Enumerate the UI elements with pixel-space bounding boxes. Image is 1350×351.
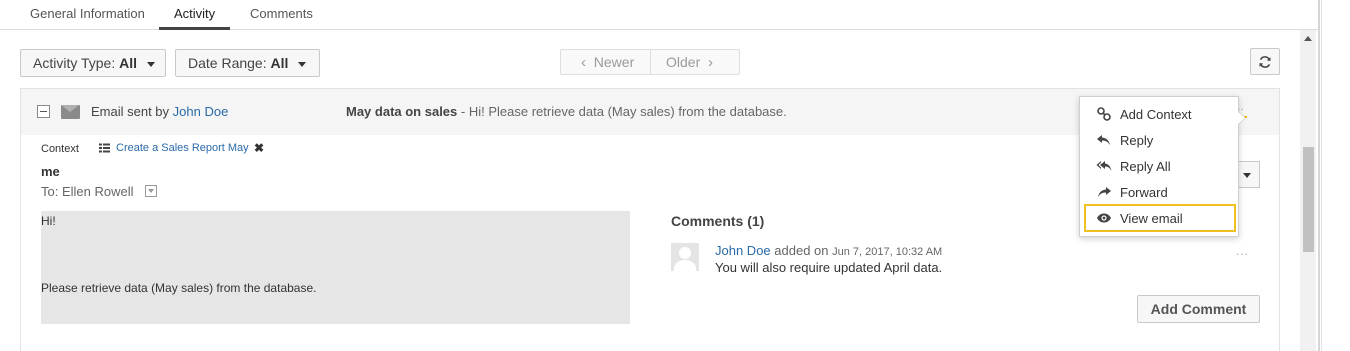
older-button[interactable]: Older ›: [651, 50, 740, 74]
email-body: Hi! Please retrieve data (May sales) fro…: [41, 211, 630, 324]
comment-author-link[interactable]: John Doe: [715, 243, 771, 258]
scroll-up-icon[interactable]: [1300, 32, 1316, 46]
avatar: [671, 243, 699, 271]
reply-dropdown-button[interactable]: [1239, 161, 1260, 188]
newer-button[interactable]: ‹ Newer: [561, 50, 651, 74]
remove-context-icon[interactable]: ✖: [254, 141, 264, 155]
menu-item-reply[interactable]: Reply: [1084, 127, 1236, 153]
to-label: To:: [41, 184, 59, 199]
reply-all-icon: [1096, 161, 1112, 171]
tab-activity[interactable]: Activity: [159, 0, 231, 30]
context-label: Context: [41, 143, 79, 155]
tab-bar: General Information Activity Comments: [0, 0, 1318, 30]
menu-item-label: View email: [1120, 211, 1183, 226]
collapse-icon[interactable]: [37, 105, 50, 118]
outer-scroll-edge: [1318, 0, 1350, 351]
activity-type-value: All: [119, 55, 137, 71]
date-range-value: All: [270, 55, 289, 71]
refresh-button[interactable]: [1250, 48, 1280, 75]
divider: [1321, 0, 1322, 351]
email-body-line: Please retrieve data (May sales) from th…: [41, 281, 317, 295]
caret-down-icon: [298, 61, 307, 67]
activity-type-filter[interactable]: Activity Type: All: [20, 49, 166, 77]
comment-text: You will also require updated April data…: [715, 260, 943, 275]
menu-item-label: Reply: [1120, 133, 1154, 148]
add-comment-button[interactable]: Add Comment: [1137, 295, 1260, 323]
email-subject: May data on sales: [346, 104, 458, 119]
expand-recipients-icon[interactable]: [145, 185, 157, 197]
email-from: me: [41, 164, 60, 179]
date-range-filter[interactable]: Date Range: All: [175, 49, 320, 77]
to-name: Ellen Rowell: [61, 184, 134, 199]
activity-summary: Email sent by John Doe: [91, 104, 228, 119]
scrollbar-thumb[interactable]: [1303, 147, 1314, 252]
email-body-line: Hi!: [41, 214, 56, 228]
task-list-icon: [99, 143, 110, 153]
menu-item-view-email[interactable]: View email: [1084, 204, 1236, 232]
tab-comments[interactable]: Comments: [250, 0, 313, 30]
envelope-icon: [61, 105, 80, 119]
actions-menu: Add Context Reply Reply All Forward View…: [1079, 96, 1246, 237]
comment-more-icon[interactable]: ...: [1236, 244, 1249, 258]
caret-down-icon: [146, 61, 155, 67]
newer-label: Newer: [593, 54, 635, 70]
email-to: To: Ellen Rowell: [41, 184, 134, 199]
date-range-label: Date Range:: [188, 55, 267, 71]
menu-item-label: Add Context: [1120, 107, 1192, 122]
email-subject-line: May data on sales - Hi! Please retrieve …: [346, 104, 787, 119]
reply-icon: [1097, 135, 1110, 145]
menu-item-label: Forward: [1120, 185, 1168, 200]
context-link[interactable]: Create a Sales Report May: [116, 142, 249, 154]
chevron-left-icon: ‹: [581, 54, 586, 71]
comment-meta: John Doe added on Jun 7, 2017, 10:32 AM: [715, 243, 942, 258]
email-sent-by-label: Email sent by: [91, 104, 170, 119]
comment-timestamp: Jun 7, 2017, 10:32 AM: [832, 246, 943, 258]
menu-item-forward[interactable]: Forward: [1084, 179, 1236, 205]
comments-title: Comments (1): [671, 213, 765, 229]
menu-item-reply-all[interactable]: Reply All: [1084, 153, 1236, 179]
activity-page: General Information Activity Comments Ac…: [0, 0, 1350, 351]
tab-general-information[interactable]: General Information: [30, 0, 145, 30]
pager: ‹ Newer Older ›: [560, 49, 740, 75]
sender-link[interactable]: John Doe: [173, 104, 229, 119]
activity-type-label: Activity Type:: [33, 55, 116, 71]
link-icon: [1097, 107, 1111, 121]
menu-item-label: Reply All: [1120, 159, 1171, 174]
eye-icon: [1097, 213, 1111, 223]
added-on-label: added on: [774, 243, 829, 258]
forward-icon: [1098, 187, 1111, 197]
caret-down-icon: [1243, 173, 1251, 178]
refresh-icon: [1259, 56, 1271, 69]
email-preview: - Hi! Please retrieve data (May sales) f…: [457, 104, 787, 119]
menu-item-add-context[interactable]: Add Context: [1084, 101, 1236, 127]
chevron-right-icon: ›: [708, 54, 714, 71]
older-label: Older: [666, 54, 701, 70]
